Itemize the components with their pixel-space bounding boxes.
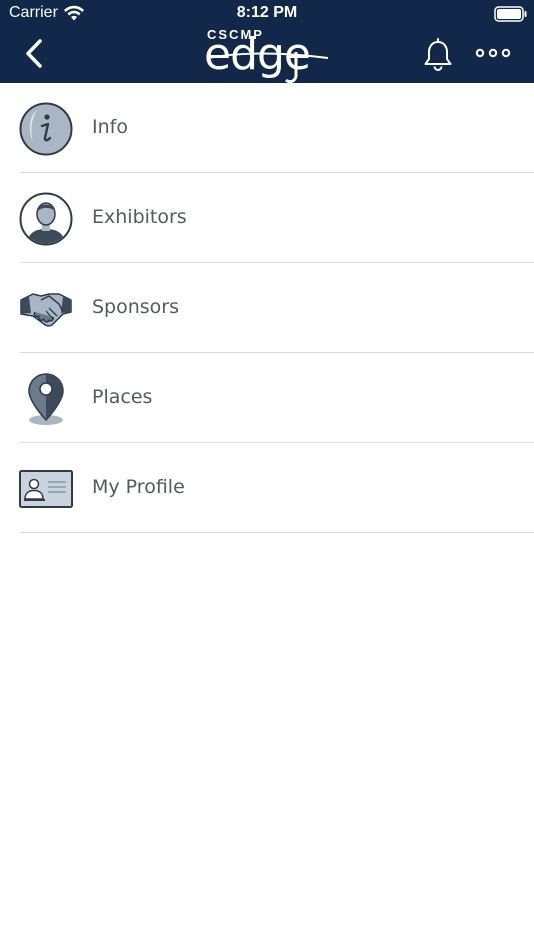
chevron-left-icon: [26, 39, 42, 68]
map-pin-icon: [28, 373, 64, 425]
back-button[interactable]: [18, 36, 52, 72]
divider: [20, 532, 534, 533]
status-bar: Carrier 8:12 PM: [0, 0, 534, 28]
more-options-button[interactable]: [472, 42, 514, 64]
navigation-bar: CSCMP edge: [0, 27, 534, 83]
logo-swoosh-icon: [207, 52, 329, 83]
menu-item-label: My Profile: [92, 476, 185, 498]
menu-item-my-profile[interactable]: My Profile: [0, 443, 534, 533]
menu-item-info[interactable]: Info: [0, 83, 534, 173]
notifications-button[interactable]: [421, 37, 455, 73]
menu-item-label: Exhibitors: [92, 206, 187, 228]
ellipsis-icon: [475, 48, 511, 58]
handshake-icon: [20, 293, 72, 327]
app-header: Carrier 8:12 PM CSCMP edge: [0, 0, 534, 83]
main-menu-list: Info Exhibitors Sponsors Places My Profi…: [0, 83, 534, 533]
info-icon: [19, 102, 73, 156]
menu-item-label: Places: [92, 386, 153, 408]
person-icon: [19, 192, 73, 246]
status-time: 8:12 PM: [236, 4, 298, 21]
cscmp-edge-logo: CSCMP edge: [200, 27, 334, 83]
menu-item-label: Sponsors: [92, 296, 180, 318]
bell-icon: [424, 38, 452, 71]
menu-item-exhibitors[interactable]: Exhibitors: [0, 173, 534, 263]
battery-icon: [494, 6, 527, 22]
menu-item-label: Info: [92, 116, 128, 138]
id-card-icon: [19, 470, 73, 508]
menu-item-sponsors[interactable]: Sponsors: [0, 263, 534, 353]
menu-item-places[interactable]: Places: [0, 353, 534, 443]
